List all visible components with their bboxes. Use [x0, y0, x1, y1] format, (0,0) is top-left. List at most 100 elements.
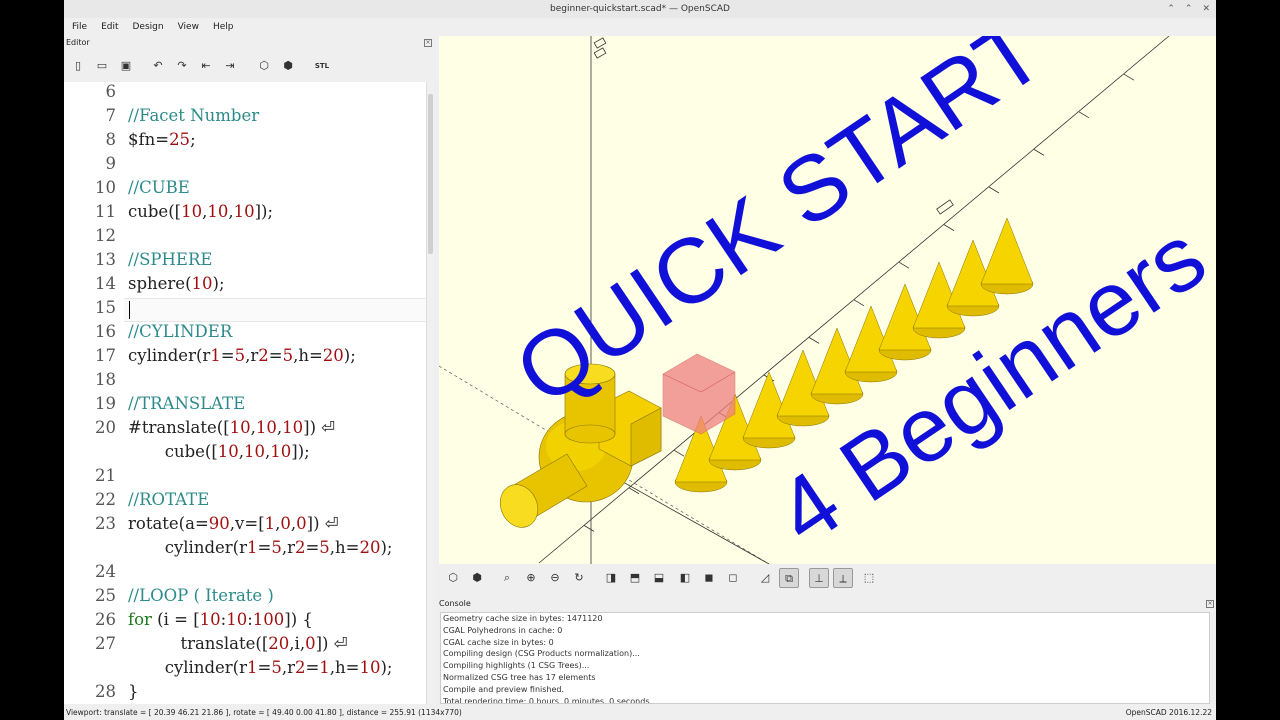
- orthogonal-icon[interactable]: ⧉: [779, 568, 799, 588]
- openscad-window: beginner-quickstart.scad* — OpenSCAD ⌃ ⌃…: [64, 0, 1216, 720]
- close-icon[interactable]: ✕: [1202, 0, 1210, 18]
- maximize-icon[interactable]: ⌃: [1185, 0, 1193, 18]
- code-line: cylinder(r1=5,r2=5,h=20);: [128, 346, 356, 365]
- line-number: 24: [95, 562, 116, 581]
- line-number: 12: [95, 226, 116, 245]
- save-file-icon[interactable]: ▣: [118, 58, 134, 74]
- code-line: translate([20,i,0]) ⏎: [128, 634, 348, 653]
- line-number: 10: [95, 178, 116, 197]
- axis-tick: [943, 224, 955, 231]
- axis-tick: [583, 525, 595, 532]
- view-right-icon[interactable]: ◨: [601, 568, 621, 588]
- perspective-icon[interactable]: ◿: [755, 568, 775, 588]
- axis-tick: [898, 261, 910, 269]
- axis-tick: [853, 299, 865, 307]
- line-number: 22: [95, 490, 116, 509]
- line-number: 8: [105, 130, 117, 149]
- code-line: }: [128, 682, 139, 701]
- line-number: 16: [95, 322, 116, 341]
- status-bar: Viewport: translate = [ 20.39 46.21 21.8…: [64, 706, 1216, 720]
- undo-icon[interactable]: ↶: [150, 58, 166, 74]
- line-number: 20: [95, 418, 116, 437]
- indent-icon[interactable]: ⇥: [222, 58, 238, 74]
- menu-bar: File Edit Design View Help: [64, 18, 1216, 36]
- code-line: #translate([10,10,10]) ⏎: [128, 418, 336, 437]
- console-line: CGAL cache size in bytes: 0: [443, 637, 554, 647]
- redo-icon[interactable]: ↷: [174, 58, 190, 74]
- editor-scroll-thumb[interactable]: [428, 94, 433, 254]
- code-line: //CYLINDER: [128, 322, 233, 341]
- code-line: //LOOP ( Iterate ): [128, 586, 274, 605]
- console-line: Compile and preview finished.: [443, 684, 565, 694]
- editor-close-icon[interactable]: ×: [424, 39, 432, 47]
- line-number: 19: [95, 394, 116, 413]
- zoom-all-icon[interactable]: ⌕: [497, 568, 517, 588]
- line-number: 28: [95, 682, 116, 701]
- line-number: 23: [95, 514, 116, 533]
- console-line: Compiling design (CSG Products normaliza…: [443, 649, 640, 659]
- menu-design[interactable]: Design: [133, 18, 164, 36]
- preview-icon[interactable]: ⬡: [443, 568, 463, 588]
- menu-view[interactable]: View: [178, 18, 199, 36]
- code-line: //SPHERE: [128, 250, 213, 269]
- unindent-icon[interactable]: ⇤: [198, 58, 214, 74]
- line-number: 25: [95, 586, 116, 605]
- menu-file[interactable]: File: [72, 18, 87, 36]
- zoom-out-icon[interactable]: ⊖: [545, 568, 565, 588]
- code-line: cylinder(r1=5,r2=5,h=20);: [128, 538, 393, 557]
- title-bar: beginner-quickstart.scad* — OpenSCAD: [64, 0, 1216, 18]
- console-line: Total rendering time: 0 hours, 0 minutes…: [443, 696, 650, 704]
- console-output[interactable]: Geometry cache size in bytes: 1471120 CGA…: [440, 612, 1210, 704]
- console-panel-title: Console: [439, 599, 471, 608]
- view-front-icon[interactable]: ◼: [699, 568, 719, 588]
- line-number: 27: [95, 634, 116, 653]
- line-number: 21: [95, 466, 116, 485]
- open-file-icon[interactable]: ▭: [94, 58, 110, 74]
- code-line: //ROTATE: [128, 490, 210, 509]
- view-left-icon[interactable]: ◧: [675, 568, 695, 588]
- render-icon[interactable]: ⬢: [467, 568, 487, 588]
- viewport-toolbar: ⬡ ⬢ ⌕ ⊕ ⊖ ↻ ◨ ⬒ ⬓ ◧ ◼ ◻ ◿ ⧉ ⊥ ⟂ ⬚: [439, 566, 1216, 590]
- view-back-icon[interactable]: ◻: [723, 568, 743, 588]
- new-file-icon[interactable]: ▯: [70, 58, 86, 74]
- export-stl-icon[interactable]: STL: [314, 58, 330, 74]
- console-close-icon[interactable]: ×: [1206, 600, 1214, 608]
- z-axis-label: [593, 37, 607, 59]
- editor-panel-title: Editor: [66, 38, 90, 47]
- menu-help[interactable]: Help: [213, 18, 234, 36]
- code-editor[interactable]: 6 7 //Facet Number 8 $fn=25; 9 10 //CUBE 11 cube(…: [64, 82, 426, 704]
- code-line: cylinder(r1=5,r2=1,h=10);: [128, 658, 393, 677]
- minimize-icon[interactable]: ⌃: [1167, 0, 1175, 18]
- render-icon[interactable]: ⬢: [280, 58, 296, 74]
- axis-tick: [673, 449, 685, 457]
- code-line: //Facet Number: [128, 106, 260, 125]
- show-axes-icon[interactable]: ⊥: [809, 568, 829, 588]
- zoom-in-icon[interactable]: ⊕: [521, 568, 541, 588]
- show-edges-icon[interactable]: ⬚: [859, 568, 879, 588]
- reset-view-icon[interactable]: ↻: [569, 568, 589, 588]
- 3d-viewport[interactable]: QUICK START 4 Beginners: [439, 36, 1216, 564]
- y-axis-label: [936, 199, 954, 215]
- axis-tick: [1033, 149, 1045, 156]
- preview-icon[interactable]: ⬡: [256, 58, 272, 74]
- console-line: CGAL Polyhedrons in cache: 0: [443, 625, 563, 635]
- window-controls: ⌃ ⌃ ✕: [1167, 0, 1210, 18]
- line-number: 15: [95, 298, 116, 317]
- line-number: 11: [95, 202, 116, 221]
- editor-scrollbar[interactable]: [426, 82, 434, 704]
- window-title: beginner-quickstart.scad* — OpenSCAD: [550, 4, 730, 14]
- console-line: Geometry cache size in bytes: 1471120: [443, 614, 603, 623]
- code-line: for (i = [10:10:100]) {: [128, 610, 313, 629]
- code-line: sphere(10);: [128, 274, 225, 293]
- axis-tick: [1123, 73, 1135, 81]
- console-scrollbar[interactable]: [1210, 612, 1216, 704]
- view-top-icon[interactable]: ⬒: [625, 568, 645, 588]
- view-bottom-icon[interactable]: ⬓: [649, 568, 669, 588]
- current-line-highlight: [124, 298, 426, 322]
- line-number: 17: [95, 346, 116, 365]
- show-scale-icon[interactable]: ⟂: [833, 568, 853, 588]
- console-line: Compiling highlights (1 CSG Trees)...: [443, 661, 590, 671]
- menu-edit[interactable]: Edit: [101, 18, 118, 36]
- line-number: 26: [95, 610, 116, 629]
- axis-tick: [1078, 111, 1090, 119]
